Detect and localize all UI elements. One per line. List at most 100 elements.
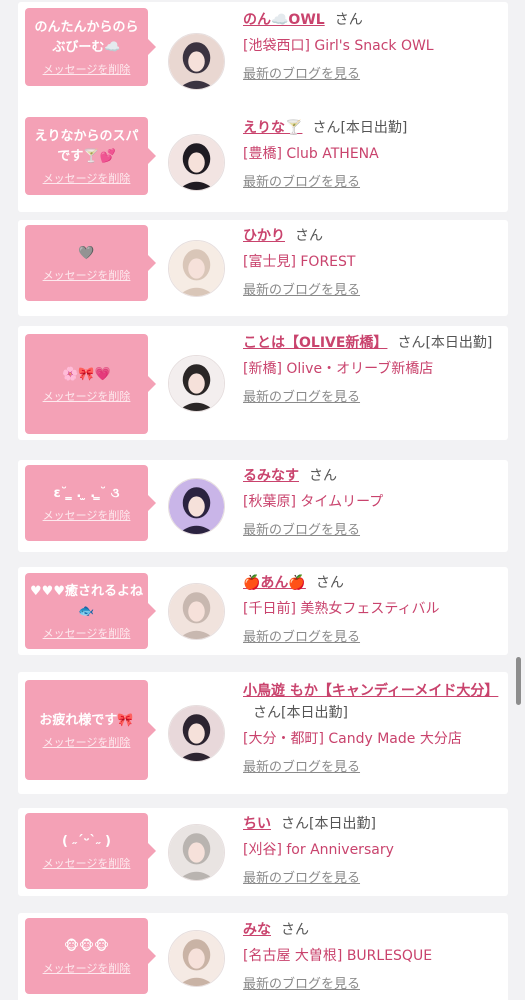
delete-message-link[interactable]: メッセージを削除 xyxy=(43,61,131,77)
delete-message-link[interactable]: メッセージを削除 xyxy=(43,734,131,750)
avatar-photo xyxy=(169,355,224,411)
member-info: 🍎あん🍎 さん [千日前] 美熟女フェスティバル 最新のブログを見る xyxy=(243,572,498,648)
message-card: 🌸🎀💗 メッセージを削除 ことは【OLIVE新橋】 さん[本日出勤] [新橋] Oliv… xyxy=(18,326,508,440)
delete-message-link[interactable]: メッセージを削除 xyxy=(43,960,131,976)
shop-link[interactable]: [池袋西口] Girl's Snack OWL xyxy=(243,35,498,57)
delete-message-link[interactable]: メッセージを削除 xyxy=(43,625,131,641)
message-bubble: お疲れ様です🎀 メッセージを削除 xyxy=(25,680,156,780)
avatar-photo xyxy=(169,240,224,296)
avatar[interactable] xyxy=(168,823,225,881)
member-info: みな さん [名古屋 大曽根] BURLESQUE 最新のブログを見る xyxy=(243,919,498,995)
message-bubble: 🌸🎀💗 メッセージを削除 xyxy=(25,334,156,434)
member-info: 小鳥遊 もか【キャンディーメイド大分】さん[本日出勤] [大分・都町] Candy… xyxy=(243,680,498,778)
latest-blog-link[interactable]: 最新のブログを見る xyxy=(243,521,498,541)
shop-link[interactable]: [豊橋] Club ATHENA xyxy=(243,143,498,165)
shop-link[interactable]: [名古屋 大曽根] BURLESQUE xyxy=(243,945,498,967)
message-card: お疲れ様です🎀 メッセージを削除 小鳥遊 もか【キャンディーメイド大分】さん[本日出… xyxy=(18,672,508,794)
message-bubble: 🐵🐵🐵 メッセージを削除 xyxy=(25,918,156,994)
message-text: のんたんからのらぶびーむ☁️ xyxy=(34,19,139,55)
message-text: ε˘ ̳ . ̫ . ̳˘ ૩ xyxy=(53,485,120,501)
avatar[interactable] xyxy=(168,354,225,412)
message-text: お疲れ様です🎀 xyxy=(39,712,134,728)
message-bubble: えりなからのスパです🍸💕 メッセージを削除 xyxy=(25,117,156,195)
member-name-link[interactable]: るみなす xyxy=(243,468,299,484)
member-name-link[interactable]: ひかり xyxy=(243,228,285,244)
shop-link[interactable]: [新橋] Olive・オリーブ新橋店 xyxy=(243,358,498,380)
member-name-link[interactable]: 🍎あん🍎 xyxy=(243,575,306,591)
honorific: さん xyxy=(334,12,363,28)
shop-link[interactable]: [秋葉原] タイムリープ xyxy=(243,491,498,513)
shop-link[interactable]: [刈谷] for Anniversary xyxy=(243,839,498,861)
latest-blog-link[interactable]: 最新のブログを見る xyxy=(243,869,498,889)
member-name-link[interactable]: ちい xyxy=(243,816,271,832)
scrollbar-thumb[interactable] xyxy=(516,657,521,705)
name-line: ひかり さん xyxy=(243,225,498,247)
name-line: のん☁️OWL さん xyxy=(243,9,498,31)
message-text: 🌸🎀💗 xyxy=(62,366,111,382)
honorific: さん xyxy=(281,922,309,938)
member-name-link[interactable]: ことは【OLIVE新橋】 xyxy=(243,335,387,351)
latest-blog-link[interactable]: 最新のブログを見る xyxy=(243,975,498,995)
name-line: 小鳥遊 もか【キャンディーメイド大分】さん[本日出勤] xyxy=(243,680,498,724)
latest-blog-link[interactable]: 最新のブログを見る xyxy=(243,65,498,85)
avatar[interactable] xyxy=(168,133,225,191)
message-card: ( ˶ˊᵕˋ˶ ) メッセージを削除 ちい さん[本日出勤] [刈谷] for Anni… xyxy=(18,808,508,896)
message-text: えりなからのスパです🍸💕 xyxy=(34,128,139,164)
message-card: えりなからのスパです🍸💕 メッセージを削除 えりな🍸 さん[本日出勤] [豊橋] Clu… xyxy=(18,112,508,212)
delete-message-link[interactable]: メッセージを削除 xyxy=(43,507,131,523)
delete-message-link[interactable]: メッセージを削除 xyxy=(43,388,131,404)
shop-link[interactable]: [大分・都町] Candy Made 大分店 xyxy=(243,728,498,750)
honorific: さん xyxy=(309,468,337,484)
avatar[interactable] xyxy=(168,32,225,90)
honorific: さん xyxy=(397,335,426,351)
avatar-photo xyxy=(169,478,224,534)
latest-blog-link[interactable]: 最新のブログを見る xyxy=(243,173,498,193)
message-card: ε˘ ̳ . ̫ . ̳˘ ૩ メッセージを削除 るみなす さん [秋葉原] タイムリー… xyxy=(18,460,508,552)
message-text: ( ˶ˊᵕˋ˶ ) xyxy=(62,833,111,849)
honorific: さん xyxy=(253,705,281,721)
message-text: ♥♥♥癒されるよね🐟 xyxy=(30,583,143,619)
delete-message-link[interactable]: メッセージを削除 xyxy=(43,855,131,871)
avatar[interactable] xyxy=(168,582,225,640)
shop-link[interactable]: [千日前] 美熟女フェスティバル xyxy=(243,598,498,620)
member-name-link[interactable]: えりな🍸 xyxy=(243,120,302,136)
message-card: ♥♥♥癒されるよね🐟 メッセージを削除 🍎あん🍎 さん [千日前] 美熟女フェスティバル… xyxy=(18,567,508,655)
message-card: のんたんからのらぶびーむ☁️ メッセージを削除 のん☁️OWL さん [池袋西口] Gi… xyxy=(18,2,508,120)
delete-message-link[interactable]: メッセージを削除 xyxy=(43,267,131,283)
delete-message-link[interactable]: メッセージを削除 xyxy=(43,170,131,186)
member-info: るみなす さん [秋葉原] タイムリープ 最新のブログを見る xyxy=(243,465,498,541)
latest-blog-link[interactable]: 最新のブログを見る xyxy=(243,388,498,408)
work-status: [本日出勤] xyxy=(425,335,493,351)
message-list: のんたんからのらぶびーむ☁️ メッセージを削除 のん☁️OWL さん [池袋西口] Gi… xyxy=(0,0,525,1000)
name-line: 🍎あん🍎 さん xyxy=(243,572,498,594)
message-text: 🩶 xyxy=(78,245,95,261)
name-line: ことは【OLIVE新橋】 さん[本日出勤] xyxy=(243,332,498,354)
message-bubble: ( ˶ˊᵕˋ˶ ) メッセージを削除 xyxy=(25,813,156,889)
latest-blog-link[interactable]: 最新のブログを見る xyxy=(243,758,498,778)
member-name-link[interactable]: 小鳥遊 もか【キャンディーメイド大分】 xyxy=(243,683,498,699)
work-status: [本日出勤] xyxy=(340,120,408,136)
work-status: [本日出勤] xyxy=(309,816,376,832)
name-line: えりな🍸 さん[本日出勤] xyxy=(243,117,498,139)
message-card: 🩶 メッセージを削除 ひかり さん [富士見] FOREST 最新のブログを見る xyxy=(18,220,508,316)
latest-blog-link[interactable]: 最新のブログを見る xyxy=(243,281,498,301)
avatar[interactable] xyxy=(168,929,225,987)
name-line: みな さん xyxy=(243,919,498,941)
honorific: さん xyxy=(315,575,344,591)
member-name-link[interactable]: のん☁️OWL xyxy=(243,12,325,28)
avatar-photo xyxy=(169,134,224,190)
avatar[interactable] xyxy=(168,704,225,762)
shop-link[interactable]: [富士見] FOREST xyxy=(243,251,498,273)
latest-blog-link[interactable]: 最新のブログを見る xyxy=(243,628,498,648)
message-bubble: ε˘ ̳ . ̫ . ̳˘ ૩ メッセージを削除 xyxy=(25,465,156,541)
avatar[interactable] xyxy=(168,477,225,535)
avatar-photo xyxy=(169,824,224,880)
honorific: さん xyxy=(312,120,341,136)
member-info: のん☁️OWL さん [池袋西口] Girl's Snack OWL 最新のブログを見… xyxy=(243,9,498,85)
member-name-link[interactable]: みな xyxy=(243,922,271,938)
avatar[interactable] xyxy=(168,239,225,297)
avatar-photo xyxy=(169,583,224,639)
name-line: るみなす さん xyxy=(243,465,498,487)
message-bubble: のんたんからのらぶびーむ☁️ メッセージを削除 xyxy=(25,8,156,86)
honorific: さん xyxy=(295,228,323,244)
